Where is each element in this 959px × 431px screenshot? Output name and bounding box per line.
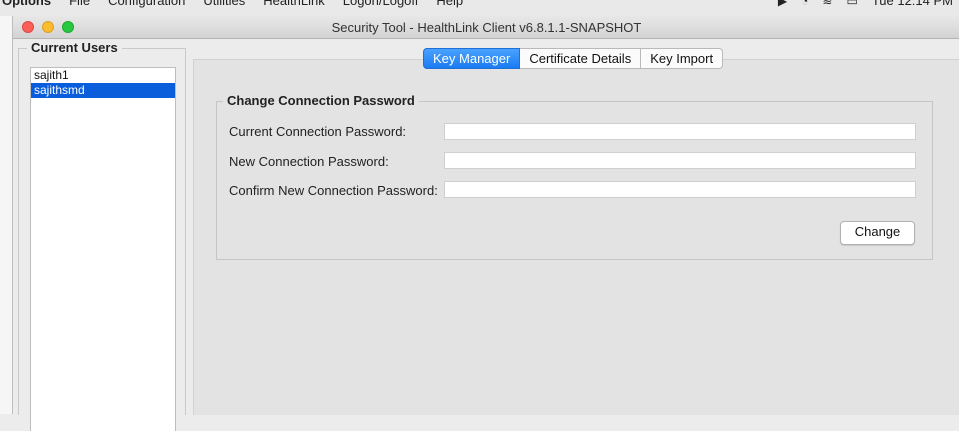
menubar-items: Options File Configuration Utilities Hea…: [0, 0, 472, 8]
menu-logon-logoff[interactable]: Logon/Logoff: [334, 0, 428, 8]
app-status-icon[interactable]: ▶: [778, 0, 787, 8]
menu-help[interactable]: Help: [427, 0, 472, 8]
tab-key-manager[interactable]: Key Manager: [423, 48, 521, 69]
time-machine-icon[interactable]: ◔: [801, 0, 808, 8]
current-password-field[interactable]: [444, 123, 916, 140]
battery-icon[interactable]: ▭: [846, 0, 857, 8]
new-password-field[interactable]: [444, 152, 916, 169]
user-list-item[interactable]: sajith1: [31, 68, 175, 83]
tab-bar: Key Manager Certificate Details Key Impo…: [423, 48, 724, 69]
menu-healthlink[interactable]: HealthLink: [254, 0, 333, 8]
change-password-legend: Change Connection Password: [223, 93, 419, 108]
current-users-legend: Current Users: [27, 40, 122, 55]
window-titlebar[interactable]: Security Tool - HealthLink Client v6.8.1…: [13, 16, 959, 39]
tab-certificate-details[interactable]: Certificate Details: [520, 48, 642, 69]
current-password-label: Current Connection Password:: [229, 124, 407, 139]
new-password-label: New Connection Password:: [229, 154, 389, 169]
change-button[interactable]: Change: [840, 221, 915, 245]
menu-file[interactable]: File: [60, 0, 99, 8]
menu-options[interactable]: Options: [0, 0, 60, 8]
menu-configuration[interactable]: Configuration: [99, 0, 194, 8]
confirm-password-label: Confirm New Connection Password:: [229, 183, 438, 198]
wifi-icon[interactable]: ≋: [822, 0, 832, 8]
user-list-item-selected[interactable]: sajithsmd: [31, 83, 175, 98]
menu-utilities[interactable]: Utilities: [194, 0, 254, 8]
menubar-clock[interactable]: Tue 12:14 PM: [872, 0, 953, 8]
confirm-password-field[interactable]: [444, 181, 916, 198]
menubar-tray: ▶ ◔ ≋ ▭ Tue 12:14 PM: [778, 0, 959, 8]
user-list[interactable]: sajith1 sajithsmd: [30, 67, 176, 431]
tab-key-import[interactable]: Key Import: [641, 48, 724, 69]
system-menubar: Options File Configuration Utilities Hea…: [0, 0, 959, 16]
window-title: Security Tool - HealthLink Client v6.8.1…: [331, 20, 642, 35]
